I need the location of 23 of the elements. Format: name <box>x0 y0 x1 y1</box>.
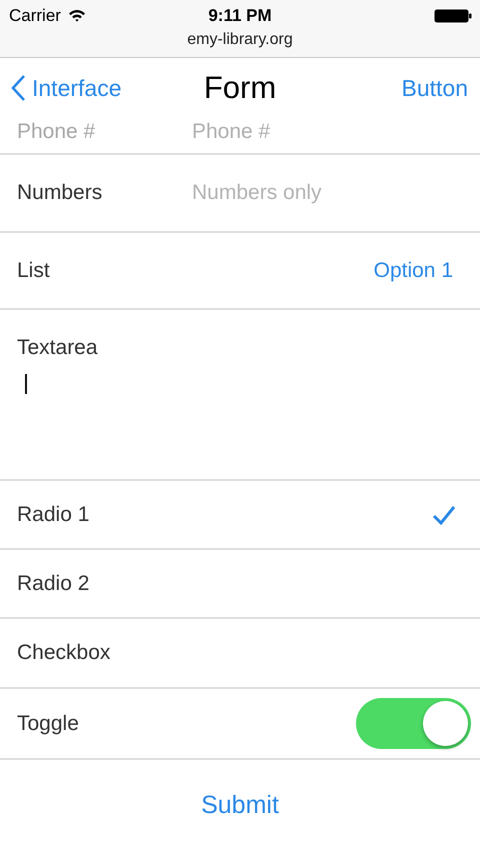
field-label: Radio 1 <box>17 502 90 526</box>
chevron-left-icon <box>10 74 26 102</box>
field-label: Radio 2 <box>17 572 90 596</box>
clock-time: 9:11 PM <box>208 6 272 26</box>
carrier-name: Carrier <box>9 6 61 26</box>
url-text[interactable]: emy-library.org <box>187 31 293 49</box>
field-label: Textarea <box>17 336 98 360</box>
field-label: Checkbox <box>17 641 110 665</box>
field-label: List <box>17 258 50 282</box>
submit-button[interactable]: Submit <box>201 791 279 820</box>
select-value[interactable]: Option 1 <box>374 258 453 282</box>
nav-button[interactable]: Button <box>402 74 468 102</box>
field-label: Phone # <box>17 120 96 144</box>
input-field[interactable]: Numbers only <box>192 181 452 205</box>
toggle-switch[interactable] <box>356 698 471 749</box>
battery-icon <box>434 8 472 22</box>
input-field[interactable]: Phone # <box>192 120 452 144</box>
page-title: Form <box>204 70 276 106</box>
wifi-icon <box>68 9 86 22</box>
field-label: Numbers <box>17 181 102 205</box>
checkmark-icon[interactable] <box>432 504 456 524</box>
back-button[interactable]: Interface <box>10 74 122 102</box>
field-label: Toggle <box>17 712 79 736</box>
